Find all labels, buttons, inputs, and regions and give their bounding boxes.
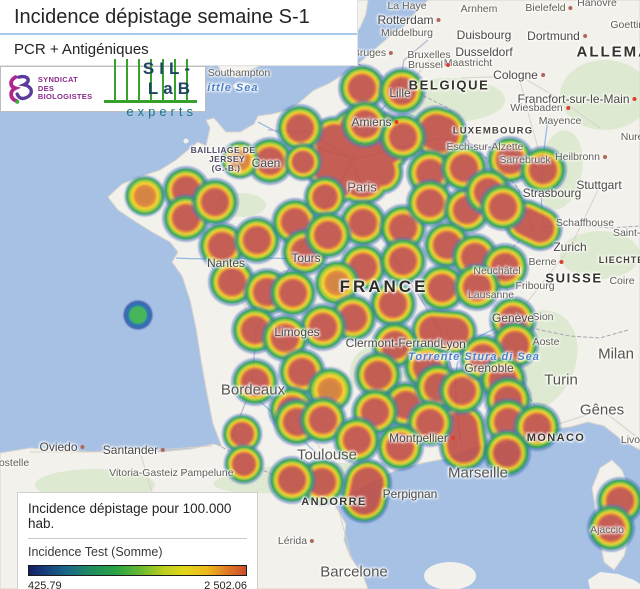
heat-spot[interactable] xyxy=(379,237,427,285)
legend-max: 2 502,06 ou plus xyxy=(204,579,247,589)
heat-spot[interactable] xyxy=(333,416,381,464)
legend-field-name: Incidence Test (Somme) xyxy=(28,545,163,559)
sillab-wordmark: SIL-LaB xyxy=(103,59,197,103)
heat-spot[interactable] xyxy=(376,423,424,471)
legend-min-value: 425,79 xyxy=(28,580,62,589)
heat-spot[interactable] xyxy=(191,178,239,226)
page-title: Incidence dépistage semaine S-1 xyxy=(14,6,310,28)
heat-spot[interactable] xyxy=(587,504,635,552)
heat-blob[interactable] xyxy=(419,316,469,346)
heat-spot[interactable] xyxy=(223,443,265,485)
syndicat-biologistes-logo-icon xyxy=(9,74,33,104)
heat-spot[interactable] xyxy=(479,183,527,231)
heat-spot[interactable] xyxy=(283,142,323,182)
legend-title: Incidence dépistage pour 100.000 hab. xyxy=(28,501,232,531)
sillab-experts-label: experts xyxy=(126,104,197,119)
heat-spot[interactable] xyxy=(483,429,531,477)
syndicat-biologistes-wordmark: SYNDICAT DES BIOLOGISTES xyxy=(37,75,93,102)
legend-divider xyxy=(28,538,247,539)
heat-spot[interactable] xyxy=(124,175,166,217)
legend-max-value: 2 502,06 xyxy=(204,580,247,589)
title-card[interactable]: Incidence dépistage semaine S-1 PCR + An… xyxy=(0,0,358,66)
heat-spot[interactable] xyxy=(123,300,153,330)
legend-min: 425,79 ou moins xyxy=(28,579,73,589)
logo-card[interactable]: SYNDICAT DES BIOLOGISTES SIL-LaB experts xyxy=(0,59,206,119)
heat-spot[interactable] xyxy=(220,140,260,180)
legend-card[interactable]: Incidence dépistage pour 100.000 hab. In… xyxy=(17,492,258,589)
heat-spot[interactable] xyxy=(453,263,501,311)
heat-spot[interactable] xyxy=(378,67,426,115)
heat-spot[interactable] xyxy=(268,456,316,504)
dashboard: La Haye Hanovre Rotterdam Middelburg Arnhem B… xyxy=(0,0,640,589)
legend-gradient-bar xyxy=(28,565,247,576)
sillab-logo: SIL-LaB experts xyxy=(103,59,199,119)
heat-spot[interactable] xyxy=(519,146,567,194)
